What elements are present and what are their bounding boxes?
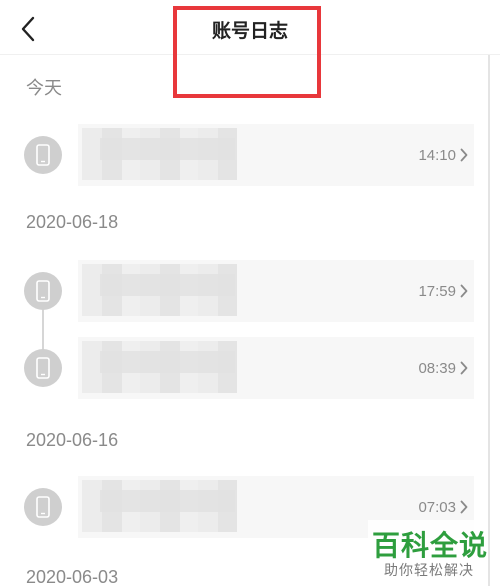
chevron-right-icon [460,500,468,514]
chevron-right-icon [460,361,468,375]
watermark-logo-text: 百科全说 [372,529,489,562]
device-avatar [24,136,62,174]
chevron-right-icon [460,148,468,162]
redacted-content [100,274,235,296]
log-entry-time: 08:39 [418,360,456,377]
redacted-content [100,490,235,512]
section-date-label: 今天 [26,78,62,98]
log-entry-time: 17:59 [418,283,456,300]
log-entry-time: 07:03 [418,499,456,516]
chevron-right-icon [460,284,468,298]
device-avatar [24,488,62,526]
redacted-content [100,138,235,160]
device-avatar [24,272,62,310]
log-entry-row[interactable]: 14:10 [0,124,490,186]
section-date-label: 2020-06-03 [26,567,119,586]
watermark-tagline: 助你轻松解决 [384,563,474,579]
section-date-label: 2020-06-18 [26,212,119,232]
phone-icon [36,280,50,302]
log-entry-time: 14:10 [418,147,456,164]
phone-icon [36,144,50,166]
phone-icon [36,496,50,518]
redacted-content [100,351,235,373]
section-date-label: 2020-06-16 [26,430,119,450]
highlight-annotation-box [173,6,321,98]
log-entry-row[interactable]: 08:39 [0,337,490,399]
device-avatar [24,349,62,387]
phone-icon [36,357,50,379]
log-entry-row[interactable]: 17:59 [0,260,490,322]
